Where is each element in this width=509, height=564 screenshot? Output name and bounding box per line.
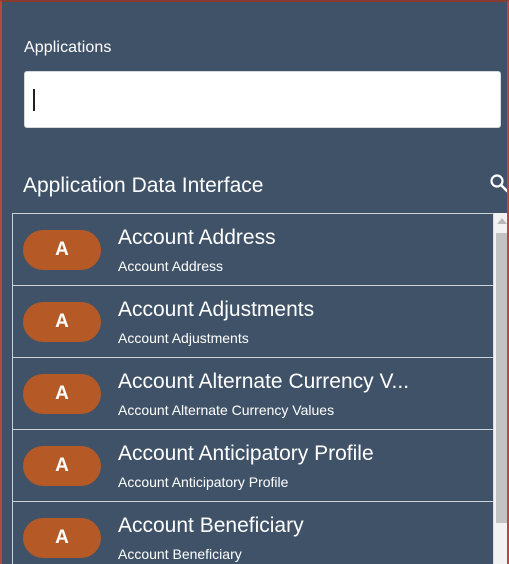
scrollbar-thumb[interactable]	[496, 233, 507, 523]
list-item-subtitle: Account Adjustments	[118, 330, 249, 346]
application-badge: A	[23, 446, 101, 486]
list-item-title: Account Address	[118, 226, 276, 249]
list-item[interactable]: A Account Adjustments Account Adjustment…	[13, 286, 494, 358]
list-item-title: Account Adjustments	[118, 298, 315, 321]
application-list: A Account Address Account Address A Acco…	[12, 213, 494, 564]
list-scrollbar[interactable]	[493, 213, 507, 564]
list-item-subtitle: Account Anticipatory Profile	[118, 474, 289, 490]
list-item-subtitle: Account Address	[118, 258, 224, 274]
section-title: Application Data Interface	[23, 174, 264, 197]
application-badge: A	[23, 230, 101, 270]
list-item[interactable]: A Account Beneficiary Account Beneficiar…	[13, 502, 494, 564]
scroll-up-arrow-icon[interactable]	[497, 218, 507, 224]
applications-search-input[interactable]	[24, 71, 501, 128]
list-item[interactable]: A Account Address Account Address	[13, 214, 494, 286]
list-item-subtitle: Account Beneficiary	[118, 546, 242, 562]
application-badge: A	[23, 518, 101, 558]
application-badge: A	[23, 302, 101, 342]
list-item-title: Account Alternate Currency V...	[118, 370, 410, 393]
list-item-subtitle: Account Alternate Currency Values	[118, 402, 335, 418]
text-cursor	[33, 89, 35, 111]
applications-panel: Applications Application Data Interface …	[0, 0, 509, 564]
list-item-title: Account Beneficiary	[118, 514, 304, 537]
applications-label: Applications	[24, 39, 112, 56]
list-item[interactable]: A Account Alternate Currency V... Accoun…	[13, 358, 494, 430]
list-item-title: Account Anticipatory Profile	[118, 442, 374, 465]
search-icon[interactable]	[488, 172, 507, 196]
application-badge: A	[23, 374, 101, 414]
list-item[interactable]: A Account Anticipatory Profile Account A…	[13, 430, 494, 502]
